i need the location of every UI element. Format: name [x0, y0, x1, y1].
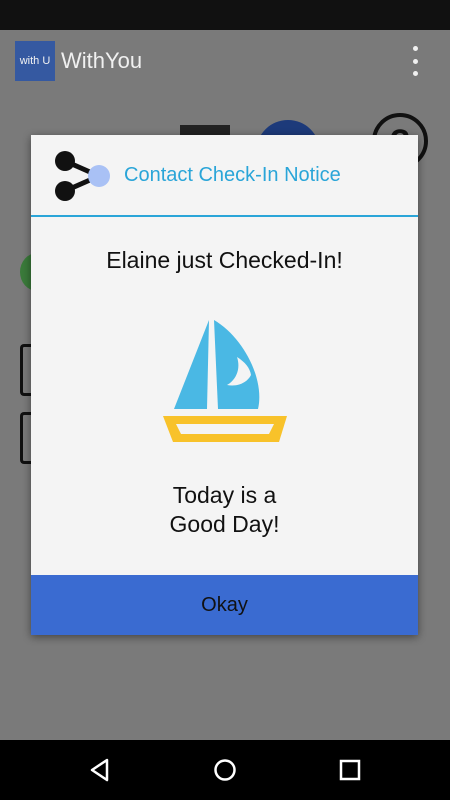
recents-icon[interactable]	[320, 740, 380, 800]
share-icon	[55, 151, 110, 201]
dialog-header: Contact Check-In Notice	[31, 135, 418, 215]
overflow-menu-icon[interactable]	[408, 46, 422, 76]
check-in-dialog: Contact Check-In Notice Elaine just Chec…	[31, 135, 418, 635]
okay-button[interactable]: Okay	[31, 575, 418, 635]
dialog-divider	[31, 215, 418, 217]
home-icon[interactable]	[195, 740, 255, 800]
status-bar	[0, 0, 450, 30]
caption-line: Good Day!	[169, 511, 280, 537]
caption-line: Today is a	[172, 482, 277, 508]
day-caption: Today is a Good Day!	[31, 481, 418, 539]
app-title: WithYou	[61, 48, 143, 73]
sailboat-icon	[163, 320, 287, 442]
app-bar: with U WithYou	[0, 30, 450, 90]
back-icon[interactable]	[70, 740, 130, 800]
dialog-title: Contact Check-In Notice	[124, 164, 341, 186]
check-in-message: Elaine just Checked-In!	[106, 247, 343, 273]
app-logo: with U	[15, 41, 55, 81]
navigation-bar	[0, 740, 450, 800]
